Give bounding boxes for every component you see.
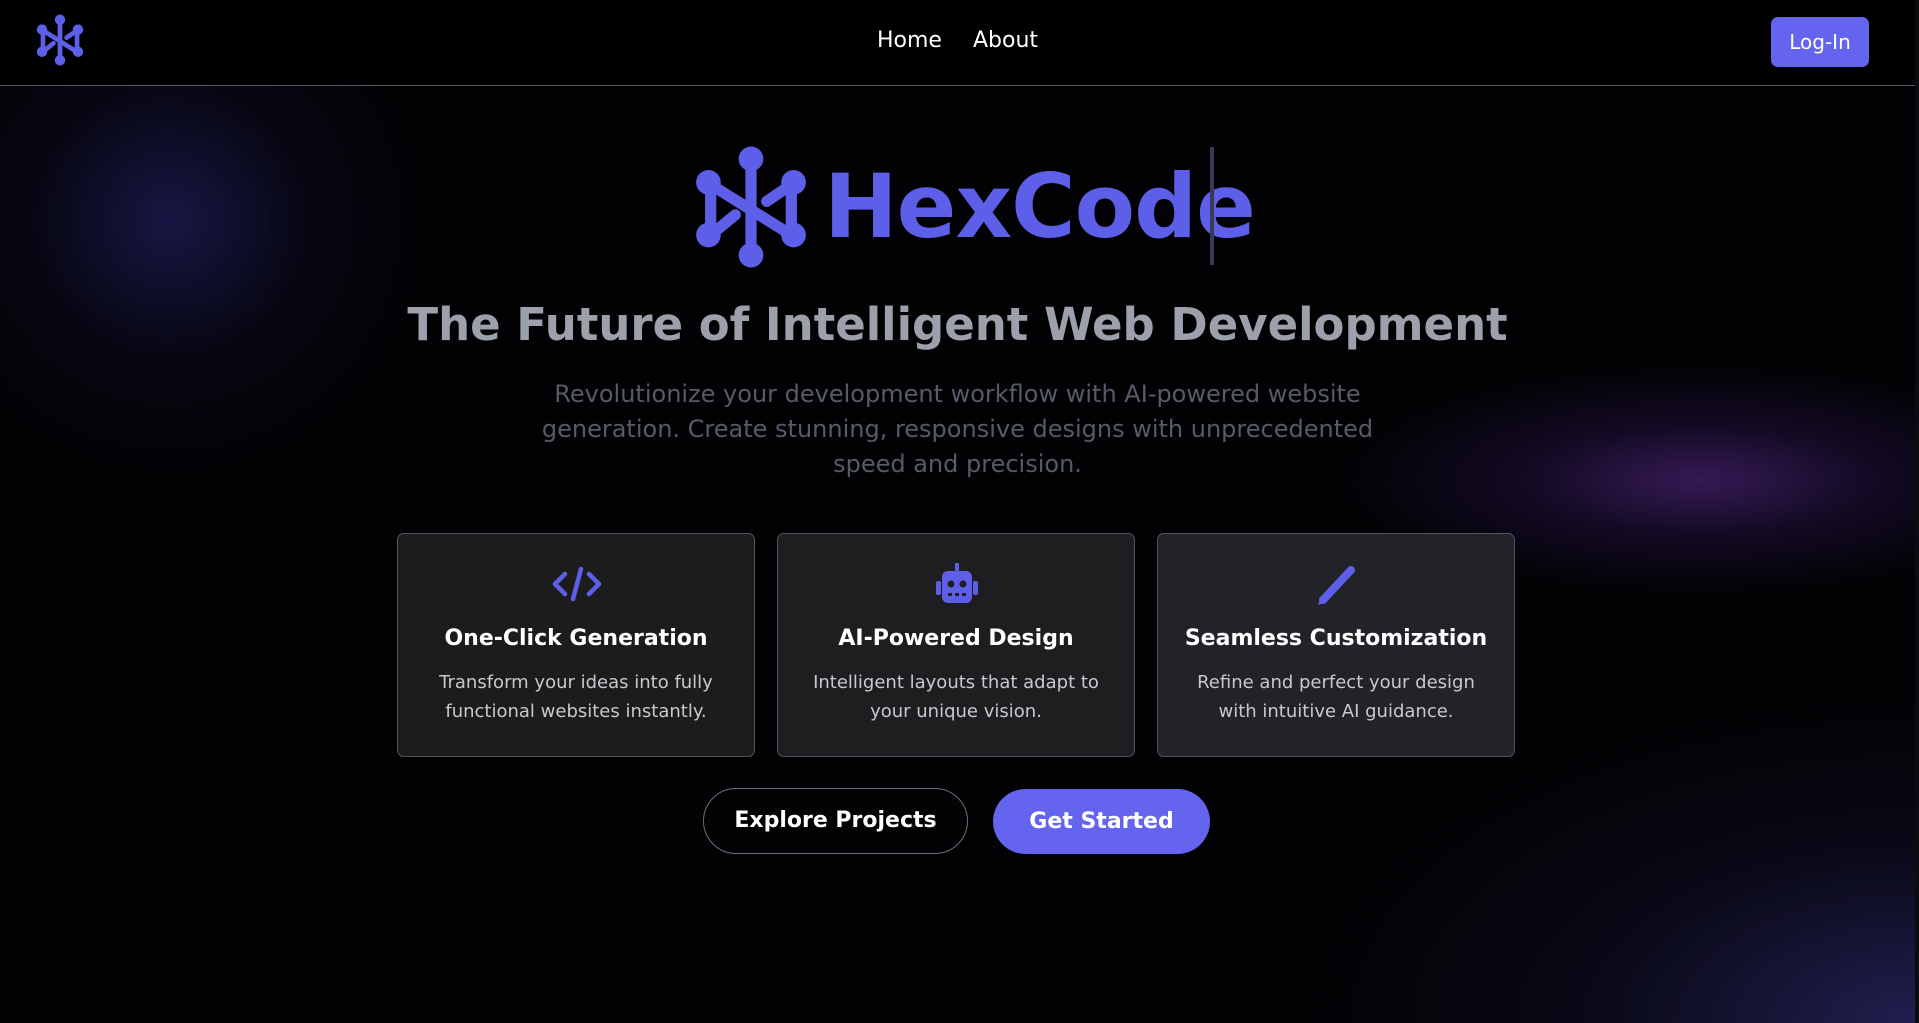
feature-title: Seamless Customization bbox=[1184, 626, 1488, 651]
feature-card-one-click: One-Click Generation Transform your idea… bbox=[397, 533, 755, 757]
feature-title: One-Click Generation bbox=[444, 626, 708, 651]
feature-desc: Refine and perfect your design with intu… bbox=[1197, 672, 1475, 722]
top-navbar: Home About Log-In bbox=[0, 0, 1915, 86]
hero-headline: The Future of Intelligent Web Developmen… bbox=[407, 298, 1508, 351]
brand-title: HexCode bbox=[824, 155, 1256, 258]
pen-icon bbox=[1318, 566, 1355, 605]
nav-link-about[interactable]: About bbox=[973, 28, 1038, 53]
feature-card-ai-design: AI-Powered Design Intelligent layouts th… bbox=[777, 533, 1135, 757]
hero-subtext: Revolutionize your development workflow … bbox=[541, 380, 1374, 478]
feature-card-customization: Seamless Customization Refine and perfec… bbox=[1157, 533, 1515, 757]
login-button[interactable]: Log-In bbox=[1771, 17, 1869, 67]
typing-caret bbox=[1210, 147, 1214, 265]
hexcode-hero-logo-icon bbox=[696, 146, 806, 268]
feature-title: AI-Powered Design bbox=[838, 626, 1074, 651]
feature-desc: Intelligent layouts that adapt to your u… bbox=[813, 672, 1099, 722]
nav-links: Home About bbox=[0, 28, 1915, 53]
landing-page: Home About Log-In HexCode The Future of … bbox=[0, 0, 1919, 1023]
scrollbar[interactable] bbox=[1915, 0, 1919, 1023]
code-icon bbox=[552, 566, 602, 602]
feature-desc: Transform your ideas into fully function… bbox=[439, 672, 713, 722]
robot-icon bbox=[936, 563, 978, 603]
explore-projects-button[interactable]: Explore Projects bbox=[703, 788, 968, 854]
get-started-button[interactable]: Get Started bbox=[993, 789, 1210, 854]
nav-link-home[interactable]: Home bbox=[877, 28, 942, 53]
